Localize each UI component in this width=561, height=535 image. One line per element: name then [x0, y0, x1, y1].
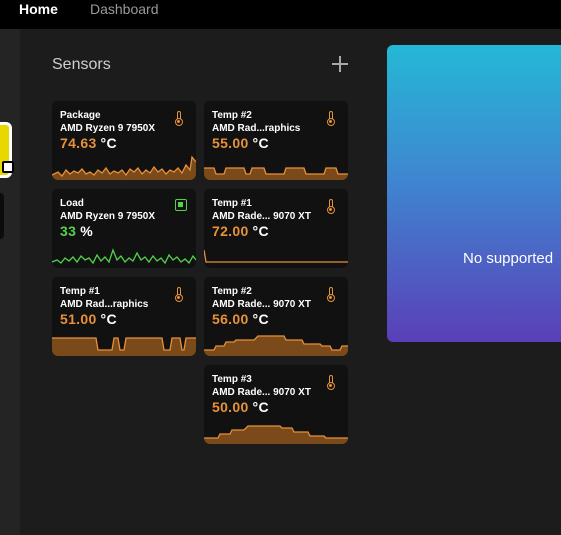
sensor-value-number: 72.00 — [212, 223, 249, 239]
sensor-value: 72.00 °C — [212, 223, 269, 239]
sparkline-chart — [204, 249, 348, 263]
sensor-value: 56.00 °C — [212, 311, 269, 327]
sensor-device: AMD Rad...raphics — [212, 123, 301, 134]
sensor-name: Temp #3 — [212, 374, 252, 385]
sensor-name: Load — [60, 198, 84, 209]
thermometer-icon — [326, 287, 338, 302]
sensor-card-temp2-igpu[interactable]: Temp #2 AMD Rad...raphics 55.00 °C — [204, 101, 348, 180]
sparkline-chart — [204, 167, 348, 180]
preview-panel: No supported — [387, 45, 561, 342]
sparkline-chart — [52, 337, 196, 356]
top-navigation: Home Dashboard — [0, 0, 561, 29]
sensor-value: 74.63 °C — [60, 135, 117, 151]
sensor-value: 55.00 °C — [212, 135, 269, 151]
sparkline-chart — [52, 155, 196, 180]
sparkline-chart — [204, 335, 348, 356]
sensor-name: Package — [60, 110, 101, 121]
panel-message: No supported — [463, 250, 554, 267]
sensor-card-temp1-gpu[interactable]: Temp #1 AMD Rade... 9070 XT 72.00 °C — [204, 189, 348, 268]
sensor-value-number: 50.00 — [212, 399, 249, 415]
sidebar-selected-button[interactable] — [0, 122, 14, 178]
tab-home[interactable]: Home — [19, 1, 58, 17]
sensor-unit: °C — [252, 135, 269, 151]
sensor-device: AMD Ryzen 9 7950X — [60, 123, 156, 134]
sensor-device: AMD Ryzen 9 7950X — [60, 211, 156, 222]
sensor-device: AMD Rade... 9070 XT — [212, 299, 311, 310]
left-sidebar — [0, 29, 20, 535]
sensor-unit: °C — [252, 399, 269, 415]
sensor-card-package[interactable]: Package AMD Ryzen 9 7950X 74.63 °C — [52, 101, 196, 180]
sensors-heading: Sensors — [52, 56, 111, 73]
sensor-device: AMD Rade... 9070 XT — [212, 387, 311, 398]
sensor-name: Temp #1 — [60, 286, 100, 297]
sensor-unit: °C — [252, 311, 269, 327]
sensor-name: Temp #1 — [212, 198, 252, 209]
sensor-value-number: 56.00 — [212, 311, 249, 327]
sidebar-button[interactable] — [0, 193, 4, 239]
sensor-card-temp2-gpu[interactable]: Temp #2 AMD Rade... 9070 XT 56.00 °C — [204, 277, 348, 356]
sensor-card-load[interactable]: Load AMD Ryzen 9 7950X 33% — [52, 189, 196, 268]
sensor-unit: °C — [252, 223, 269, 239]
sensor-card-temp3-gpu[interactable]: Temp #3 AMD Rade... 9070 XT 50.00 °C — [204, 365, 348, 444]
thermometer-icon — [174, 111, 186, 126]
sparkline-chart — [204, 425, 348, 444]
sensor-name: Temp #2 — [212, 110, 252, 121]
sensor-unit: % — [80, 223, 93, 239]
sensor-value-number: 55.00 — [212, 135, 249, 151]
add-sensor-button[interactable] — [331, 55, 349, 73]
sparkline-chart — [52, 248, 196, 265]
sensor-card-temp1-igpu[interactable]: Temp #1 AMD Rad...raphics 51.00 °C — [52, 277, 196, 356]
sensor-value: 33% — [60, 223, 93, 239]
sensor-unit: °C — [100, 311, 117, 327]
thermometer-icon — [326, 199, 338, 214]
thermometer-icon — [174, 287, 186, 302]
sensor-unit: °C — [100, 135, 117, 151]
cursor-icon — [2, 161, 14, 173]
tab-dashboard[interactable]: Dashboard — [90, 1, 159, 17]
thermometer-icon — [326, 375, 338, 390]
sensor-value-number: 74.63 — [60, 135, 97, 151]
sensor-name: Temp #2 — [212, 286, 252, 297]
sensor-device: AMD Rad...raphics — [60, 299, 149, 310]
sensor-value: 51.00 °C — [60, 311, 117, 327]
sensor-device: AMD Rade... 9070 XT — [212, 211, 311, 222]
sensor-value-number: 51.00 — [60, 311, 97, 327]
cpu-chip-icon — [175, 199, 187, 211]
sensor-value: 50.00 °C — [212, 399, 269, 415]
sensor-value-number: 33 — [60, 223, 77, 239]
thermometer-icon — [326, 111, 338, 126]
